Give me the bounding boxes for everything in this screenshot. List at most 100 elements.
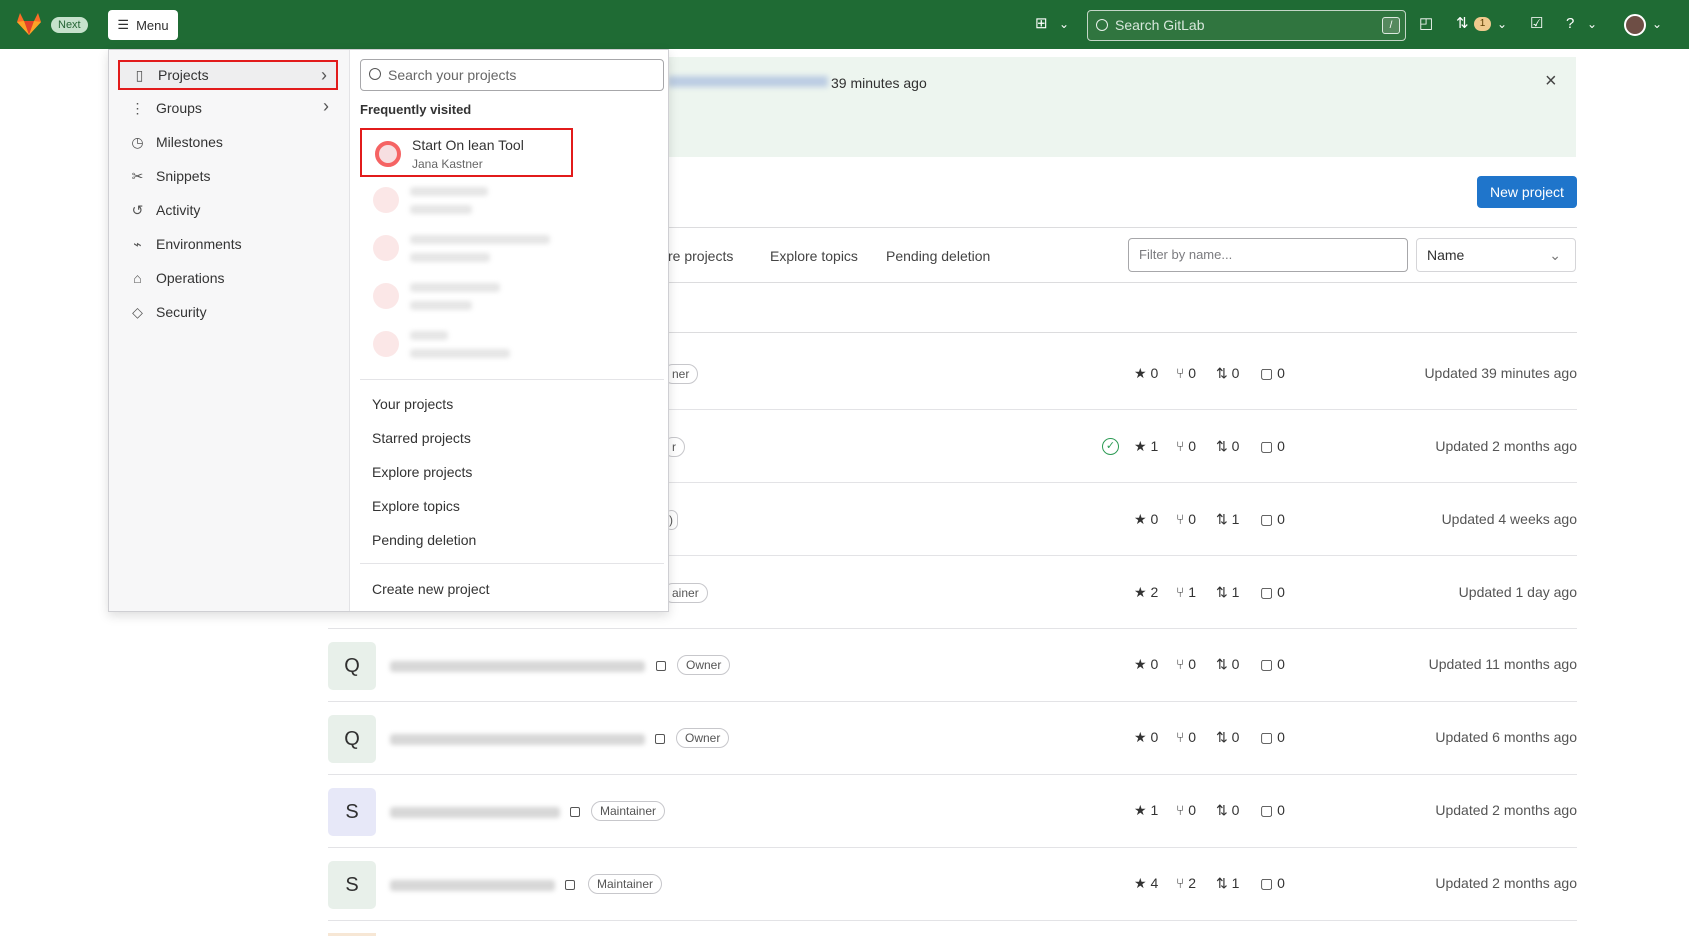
tab-pending-deletion[interactable]: Pending deletion — [886, 248, 990, 264]
merge-request-count[interactable]: 1 — [1474, 17, 1491, 31]
global-search-input[interactable]: Search GitLab / — [1087, 10, 1406, 41]
star-icon: ★ — [1134, 438, 1151, 454]
blurred-frequent-project[interactable] — [360, 176, 573, 225]
row-divider — [328, 847, 1577, 848]
blurred-banner-link[interactable] — [668, 76, 828, 87]
nav-label-snippets: Snippets — [156, 168, 211, 184]
new-project-button[interactable]: New project — [1477, 176, 1577, 208]
frequent-project-start-on-lean-tool[interactable]: Start On lean Tool Jana Kastner — [360, 128, 573, 177]
tab-explore-topics[interactable]: Explore topics — [770, 248, 858, 264]
lock-icon — [570, 807, 580, 817]
issue-count: ▢ 0 — [1260, 365, 1285, 381]
blurred-project-title — [410, 187, 488, 196]
starred-projects-link[interactable]: Starred projects — [372, 430, 471, 446]
blurred-project-name[interactable] — [390, 807, 560, 818]
pending-deletion-link[interactable]: Pending deletion — [372, 532, 476, 548]
project-avatar[interactable]: S — [328, 788, 376, 836]
updated-time: Updated 6 months ago — [1435, 729, 1577, 745]
role-badge: Maintainer — [591, 801, 666, 821]
merge-request-icon: ⇅ — [1216, 729, 1232, 745]
chevron-right-icon: › — [321, 65, 327, 85]
dropdown-divider — [360, 563, 664, 564]
project-row[interactable]: Q Owner ★ 0 ⑂ 0 ⇅ 0 ▢ 0 Updated 6 months… — [328, 713, 1577, 786]
blurred-project-name[interactable] — [390, 661, 645, 672]
updated-time: Updated 2 months ago — [1435, 802, 1577, 818]
issue-icon: ▢ — [1260, 365, 1278, 381]
nav-item-groups[interactable]: ⋮ Groups › — [118, 93, 338, 123]
row-divider — [328, 920, 1577, 921]
project-filter-input[interactable]: Filter by name... — [1128, 238, 1408, 272]
groups-icon: ⋮ — [130, 99, 145, 116]
role-badge: Maintainer — [588, 874, 663, 894]
next-badge[interactable]: Next — [51, 17, 88, 33]
fork-icon: ⑂ — [1176, 365, 1189, 381]
sort-select[interactable]: Name ⌄ — [1416, 238, 1576, 272]
nav-item-environments[interactable]: ⌁ Environments — [118, 229, 338, 259]
help-chevron-icon[interactable]: ⌄ — [1587, 16, 1597, 32]
search-icon — [1096, 19, 1108, 31]
nav-item-security[interactable]: ◇ Security — [118, 297, 338, 327]
updated-time: Updated 2 months ago — [1435, 438, 1577, 454]
project-search-input[interactable]: Search your projects — [360, 59, 664, 91]
issue-count: ▢ 0 — [1260, 802, 1285, 818]
star-icon: ★ — [1134, 729, 1151, 745]
explore-projects-link[interactable]: Explore projects — [372, 464, 472, 480]
project-avatar[interactable]: Q — [328, 715, 376, 763]
updated-time: Updated 1 day ago — [1458, 584, 1577, 600]
merge-request-count: ⇅ 0 — [1216, 656, 1240, 672]
fork-icon: ⑂ — [1176, 511, 1189, 527]
create-new-project-link[interactable]: Create new project — [372, 581, 490, 597]
blurred-frequent-project[interactable] — [360, 272, 573, 321]
merge-request-icon: ⇅ — [1216, 802, 1232, 818]
user-chevron-icon[interactable]: ⌄ — [1652, 16, 1662, 32]
nav-item-snippets[interactable]: ✂ Snippets — [118, 161, 338, 191]
blurred-project-name[interactable] — [390, 880, 555, 891]
create-icon[interactable]: ⊞ — [1035, 16, 1048, 32]
blurred-project-title — [410, 235, 550, 244]
project-row[interactable]: S Maintainer ★ 1 ⑂ 0 ⇅ 0 ▢ 0 Updated 2 m… — [328, 786, 1577, 859]
merge-request-icon[interactable]: ⇅ — [1456, 16, 1469, 32]
pipeline-passed-icon[interactable]: ✓ — [1102, 438, 1119, 455]
star-count: ★ 0 — [1134, 729, 1159, 745]
merge-request-icon: ⇅ — [1216, 511, 1232, 527]
help-icon[interactable]: ? — [1566, 16, 1574, 32]
close-icon[interactable]: × — [1545, 71, 1557, 91]
star-count: ★ 1 — [1134, 802, 1159, 818]
issue-count: ▢ 0 — [1260, 875, 1285, 891]
merge-request-icon: ⇅ — [1216, 875, 1232, 891]
project-row[interactable]: Q Owner ★ 0 ⑂ 0 ⇅ 0 ▢ 0 Updated 11 month… — [328, 640, 1577, 713]
fork-icon: ⑂ — [1176, 656, 1189, 672]
role-badge: ainer — [663, 583, 708, 603]
nav-item-projects[interactable]: ▯ Projects › — [118, 60, 338, 90]
user-avatar[interactable] — [1624, 14, 1646, 36]
nav-item-milestones[interactable]: ◷ Milestones — [118, 127, 338, 157]
banner-time: 39 minutes ago — [831, 75, 927, 91]
merge-request-icon: ⇅ — [1216, 438, 1232, 454]
star-count: ★ 0 — [1134, 656, 1159, 672]
project-avatar[interactable]: Q — [328, 642, 376, 690]
gitlab-logo[interactable] — [16, 12, 42, 36]
issues-icon[interactable]: ◰ — [1419, 16, 1433, 32]
row-divider — [328, 628, 1577, 629]
search-shortcut: / — [1382, 17, 1400, 34]
project-row[interactable]: S Maintainer ★ 4 ⑂ 2 ⇅ 1 ▢ 0 Updated 2 m… — [328, 859, 1577, 932]
blurred-frequent-project[interactable] — [360, 224, 573, 273]
fork-count: ⑂ 2 — [1176, 875, 1197, 891]
frequent-project-owner: Jana Kastner — [412, 157, 483, 171]
hamburger-icon: ☰ — [117, 17, 130, 32]
updated-time: Updated 11 months ago — [1428, 656, 1577, 672]
your-projects-link[interactable]: Your projects — [372, 396, 453, 412]
create-chevron-icon[interactable]: ⌄ — [1059, 16, 1069, 32]
nav-item-operations[interactable]: ⌂ Operations — [118, 263, 338, 293]
security-icon: ◇ — [132, 303, 143, 320]
merge-request-chevron-icon[interactable]: ⌄ — [1497, 16, 1507, 32]
fork-count: ⑂ 0 — [1176, 365, 1197, 381]
explore-topics-link[interactable]: Explore topics — [372, 498, 460, 514]
tab-explore-projects[interactable]: re projects — [668, 248, 733, 264]
nav-item-activity[interactable]: ↺ Activity — [118, 195, 338, 225]
blurred-project-name[interactable] — [390, 734, 645, 745]
todo-icon[interactable]: ☑ — [1530, 16, 1543, 32]
project-avatar[interactable]: S — [328, 861, 376, 909]
blurred-frequent-project[interactable] — [360, 320, 573, 369]
menu-button[interactable]: ☰ Menu — [108, 10, 178, 40]
